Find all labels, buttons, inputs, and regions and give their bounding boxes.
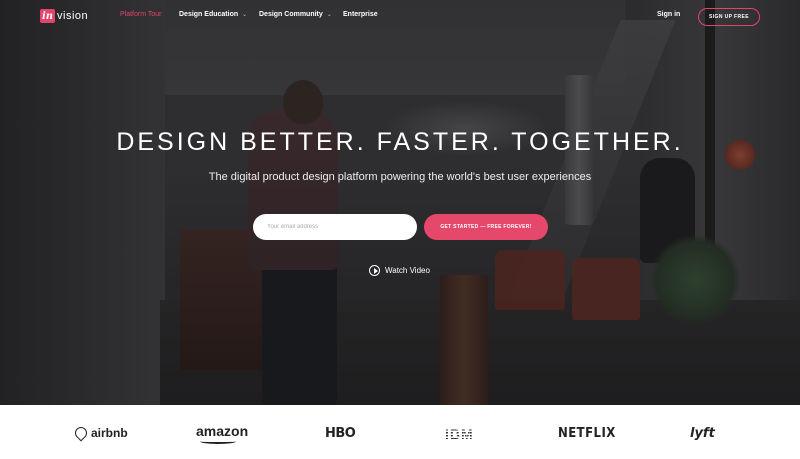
amazon-logo: amazon [196,423,249,444]
watch-video-link[interactable]: Watch Video [369,265,430,276]
nav-item-label: Platform Tour [120,11,162,18]
top-nav: in vision Platform Tour Design Education… [0,0,800,34]
nav-item-label: Enterprise [343,11,378,18]
hero-overlay [0,0,800,405]
airbnb-icon [72,424,90,442]
invision-logo[interactable]: in vision [40,9,88,23]
customer-logo-strip: airbnb amazon HBO IBM NETFLIX lyft [0,405,800,459]
netflix-logo: NETFLIX [558,426,616,441]
nav-item-design-education[interactable]: Design Education ⌄ [179,11,247,18]
nav-item-label: Design Community [259,11,323,18]
email-input[interactable] [253,214,417,240]
nav-item-enterprise[interactable]: Enterprise [343,11,378,18]
amazon-wordmark: amazon [196,423,249,439]
airbnb-wordmark: airbnb [91,426,128,440]
watch-video-label: Watch Video [385,266,430,275]
nav-item-design-community[interactable]: Design Community ⌄ [259,11,332,18]
hero-subline: The digital product design platform powe… [208,171,592,183]
nav-item-label: Design Education [179,11,239,18]
nav-item-platform-tour[interactable]: Platform Tour [120,11,162,18]
hbo-logo: HBO [325,426,356,441]
amazon-smile-icon [200,439,236,444]
hero-background [0,0,800,405]
hero-headline: DESIGN BETTER. FASTER. TOGETHER. [116,128,684,156]
chevron-down-icon: ⌄ [242,12,248,18]
get-started-button[interactable]: GET STARTED — FREE FOREVER! [424,214,548,240]
sign-in-link[interactable]: Sign in [657,11,680,18]
logo-mark: in [40,9,55,23]
sign-up-button[interactable]: SIGN UP FREE [698,8,760,26]
ibm-logo: IBM [445,426,474,442]
chevron-down-icon: ⌄ [326,12,332,18]
play-circle-icon [369,265,380,276]
logo-text: vision [57,10,89,22]
lyft-logo: lyft [690,426,715,441]
airbnb-logo: airbnb [72,424,128,442]
